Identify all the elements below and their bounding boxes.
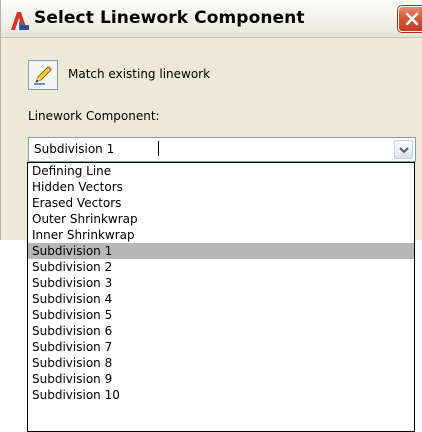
dropdown-option[interactable]: Subdivision 9 [28, 371, 414, 387]
linework-component-list[interactable]: Defining Line Hidden Vectors Erased Vector… [27, 162, 415, 432]
pencil-icon [34, 66, 52, 85]
dropdown-option[interactable]: Subdivision 8 [28, 355, 414, 371]
title-bar[interactable]: Select Linework Component [1, 0, 422, 38]
dropdown-option[interactable]: Subdivision 2 [28, 259, 414, 275]
dropdown-option[interactable]: Outer Shrinkwrap [28, 211, 414, 227]
app-icon [11, 12, 29, 30]
linework-component-label: Linework Component: [28, 109, 160, 123]
dropdown-option[interactable]: Subdivision 5 [28, 307, 414, 323]
dropdown-option[interactable]: Defining Line [28, 163, 414, 179]
dropdown-option[interactable]: Inner Shrinkwrap [28, 227, 414, 243]
match-existing-label: Match existing linework [68, 67, 211, 81]
dropdown-option[interactable]: Subdivision 7 [28, 339, 414, 355]
linework-component-select[interactable]: Subdivision 1 [28, 137, 416, 162]
text-caret [158, 141, 159, 156]
selected-value: Subdivision 1 [34, 142, 115, 156]
dropdown-option[interactable]: Hidden Vectors [28, 179, 414, 195]
dropdown-option[interactable]: Subdivision 4 [28, 291, 414, 307]
dropdown-option[interactable]: Subdivision 3 [28, 275, 414, 291]
chevron-down-icon [399, 147, 409, 154]
dropdown-toggle-button[interactable] [394, 140, 413, 159]
dropdown-option[interactable]: Erased Vectors [28, 195, 414, 211]
window-title: Select Linework Component [34, 8, 305, 28]
close-button[interactable] [398, 6, 422, 32]
dropdown-option[interactable]: Subdivision 10 [28, 387, 414, 403]
match-linework-button[interactable] [28, 60, 58, 90]
dropdown-option[interactable]: Subdivision 6 [28, 323, 414, 339]
dropdown-option[interactable]: Subdivision 1 [28, 243, 414, 259]
close-icon [405, 12, 419, 26]
